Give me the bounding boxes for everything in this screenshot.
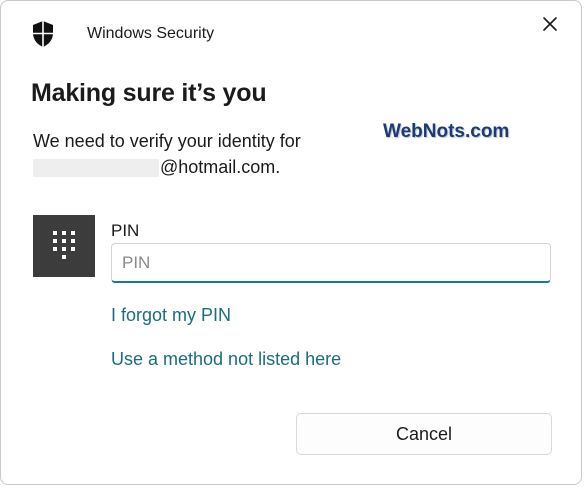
account-email: @hotmail.com. <box>33 157 280 178</box>
email-redacted-block <box>33 158 159 177</box>
title-bar: Windows Security <box>1 1 581 65</box>
verify-description: We need to verify your identity for <box>33 131 301 151</box>
cancel-button[interactable]: Cancel <box>296 413 552 455</box>
email-suffix: @hotmail.com. <box>160 157 281 177</box>
watermark: WebNots.com <box>383 121 510 142</box>
shield-icon <box>31 20 55 48</box>
keypad-tile <box>33 215 95 277</box>
close-button[interactable] <box>535 11 565 41</box>
app-title: Windows Security <box>87 25 215 42</box>
windows-security-dialog: Windows Security Making sure it’s you We… <box>0 0 582 485</box>
pin-label: PIN <box>111 221 140 240</box>
dialog-heading: Making sure it’s you <box>31 79 267 107</box>
other-method-link[interactable]: Use a method not listed here <box>111 349 341 370</box>
keypad-icon <box>33 231 95 281</box>
pin-input[interactable] <box>111 243 551 283</box>
close-icon <box>542 16 558 37</box>
forgot-pin-link[interactable]: I forgot my PIN <box>111 305 231 326</box>
